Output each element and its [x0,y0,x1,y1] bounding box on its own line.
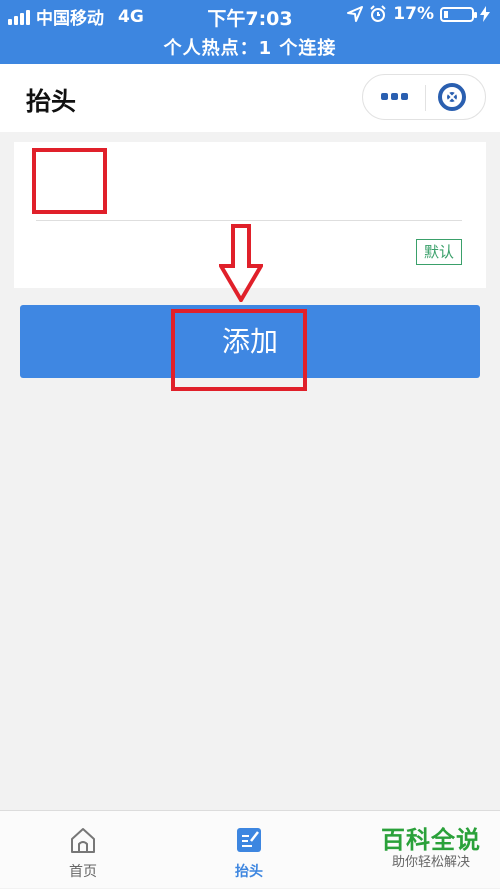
annotation-box-input [32,148,107,214]
battery-icon [440,6,477,22]
close-target-icon[interactable] [437,82,467,112]
input-underline [36,220,462,221]
status-right: 17% [347,4,490,24]
watermark-main-text: 百科全说 [381,826,481,854]
charging-bolt-icon [480,6,490,22]
watermark-logo: 百科全说 助你轻松解决 [372,826,490,872]
battery-percent: 17% [393,4,434,24]
default-badge[interactable]: 默认 [416,239,462,265]
tab-home[interactable]: 首页 [33,811,133,889]
annotation-down-arrow-icon [219,224,263,302]
tab-header[interactable]: 抬头 [199,811,299,889]
miniprogram-capsule [362,74,486,120]
hotspot-banner[interactable]: 个人热点：1 个连接 [0,34,500,60]
annotation-box-add [171,309,307,391]
edit-list-icon [237,828,261,852]
watermark-sub-text: 助你轻松解决 [391,855,470,870]
status-bar: 中国移动 4G 下午7:03 17% 个人热点：1 个连接 [0,0,500,64]
location-arrow-icon [347,6,364,22]
page-title: 抬头 [26,87,77,116]
more-dots-icon[interactable] [381,93,408,100]
alarm-icon [370,5,387,22]
capsule-divider [425,85,426,111]
tab-label-home: 首页 [69,864,97,880]
tab-label-header: 抬头 [235,864,263,880]
home-icon [71,828,95,853]
